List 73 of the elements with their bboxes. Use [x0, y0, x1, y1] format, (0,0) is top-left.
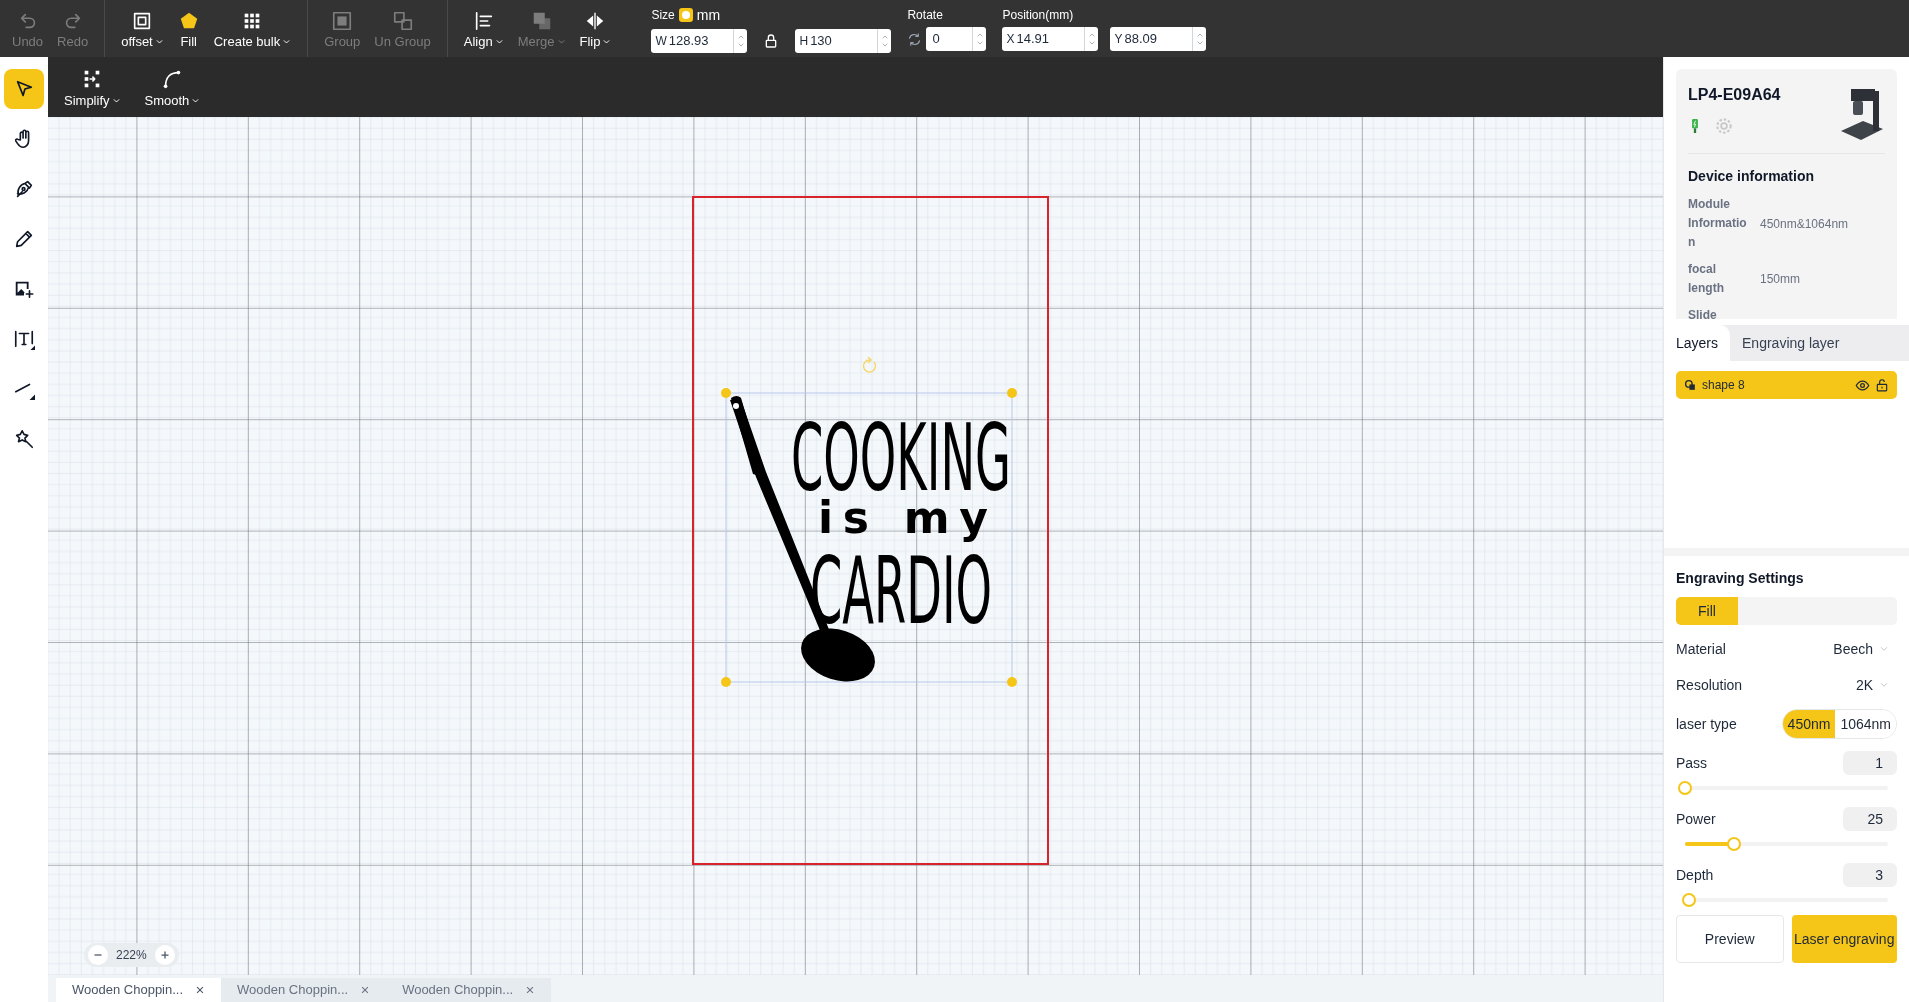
toolbar-button[interactable]: Create bulk [209, 3, 296, 54]
toolbar-button[interactable]: Flip [575, 3, 616, 54]
number-field[interactable]: H 130 [795, 28, 892, 53]
info-label: focal length [1688, 261, 1725, 297]
number-field[interactable]: X 14.91 [1002, 27, 1099, 51]
dropdown[interactable]: Beech [1833, 638, 1897, 660]
field-label: Depth [1676, 865, 1714, 885]
info-value: 450nm&1064nm [1760, 215, 1849, 233]
resize-handle[interactable] [721, 388, 731, 398]
zoom-out-button[interactable] [88, 945, 108, 965]
tool-button[interactable] [4, 69, 44, 109]
info-label: Module Informatio n [1688, 196, 1748, 251]
ungroup-icon [391, 9, 414, 32]
slider-thumb[interactable] [1726, 837, 1741, 851]
field-label: laser type [1676, 714, 1737, 734]
number-field[interactable]: Y 88.09 [1110, 27, 1207, 51]
number-field[interactable]: 3 [1843, 863, 1897, 887]
position-label: Position(mm) [1002, 7, 1075, 24]
info-label: Slide [1688, 307, 1718, 319]
pencil-icon [13, 228, 35, 250]
field-label: Power [1676, 809, 1716, 829]
section-heading: Engraving Settings [1676, 569, 1805, 588]
close-icon [525, 985, 536, 995]
number-field[interactable]: 1 [1843, 751, 1897, 775]
field-label: Pass [1676, 753, 1708, 773]
section-heading: Device information [1688, 167, 1816, 186]
rotate-label: Rotate [907, 7, 944, 24]
number-field[interactable]: 0 [926, 27, 987, 51]
toolbar-button[interactable]: Fill [173, 3, 204, 54]
size-label: Size [651, 7, 675, 24]
file-tab[interactable]: Wooden Choppin... [56, 978, 222, 1002]
unlock-icon [1875, 378, 1889, 392]
number-field[interactable]: 25 [1843, 807, 1897, 831]
slider-thumb[interactable] [1682, 893, 1697, 907]
layer-item[interactable]: shape 8 [1676, 371, 1897, 399]
resize-handle[interactable] [721, 677, 731, 687]
resize-handle[interactable] [1007, 388, 1017, 398]
toolbar-button[interactable]: Align [459, 3, 508, 54]
text-tool-icon [13, 328, 35, 350]
panel-tab[interactable]: Layers [1664, 325, 1731, 361]
device-name: LP4-E09A64 [1688, 85, 1781, 105]
field-label: Material [1676, 639, 1726, 659]
toolbar-button[interactable]: offset [117, 3, 168, 54]
mode-tab[interactable]: Fill [1676, 597, 1738, 625]
group-icon [331, 9, 354, 32]
close-icon [360, 985, 371, 995]
close-icon [195, 985, 206, 995]
toolbar-button[interactable]: Simplify [64, 67, 121, 107]
resize-handle[interactable] [1007, 677, 1017, 687]
zoom-in-button[interactable] [154, 945, 175, 965]
selection-box[interactable] [725, 392, 1013, 683]
magic-wand-icon [13, 428, 35, 450]
chevron-down-icon [1879, 644, 1889, 654]
toolbar-button[interactable]: Smooth [144, 67, 201, 107]
shape-icon [1684, 378, 1697, 392]
unit-toggle[interactable] [678, 8, 693, 22]
field-label: Resolution [1676, 675, 1743, 695]
laser-option[interactable]: 450nm [1782, 710, 1836, 738]
file-tab[interactable]: Wooden Choppin... [221, 978, 387, 1002]
preview-button[interactable]: Preview [1676, 915, 1784, 963]
slider-thumb[interactable] [1678, 781, 1692, 795]
info-value: 150mm [1760, 271, 1800, 288]
engrave-button[interactable]: Laser engraving [1791, 915, 1897, 963]
zoom-level: 222% [115, 947, 148, 964]
number-field[interactable]: W128.93 [651, 28, 748, 53]
rotate-icon [907, 31, 923, 47]
file-tab[interactable]: Wooden Choppin... [386, 978, 552, 1002]
settings-icon [1714, 116, 1734, 136]
eye-icon [1855, 377, 1870, 393]
chevron-down-icon [1879, 680, 1889, 690]
rotate-handle-icon[interactable] [862, 356, 877, 373]
unit-label: mm [696, 5, 721, 25]
dropdown[interactable]: 2K [1855, 674, 1897, 696]
